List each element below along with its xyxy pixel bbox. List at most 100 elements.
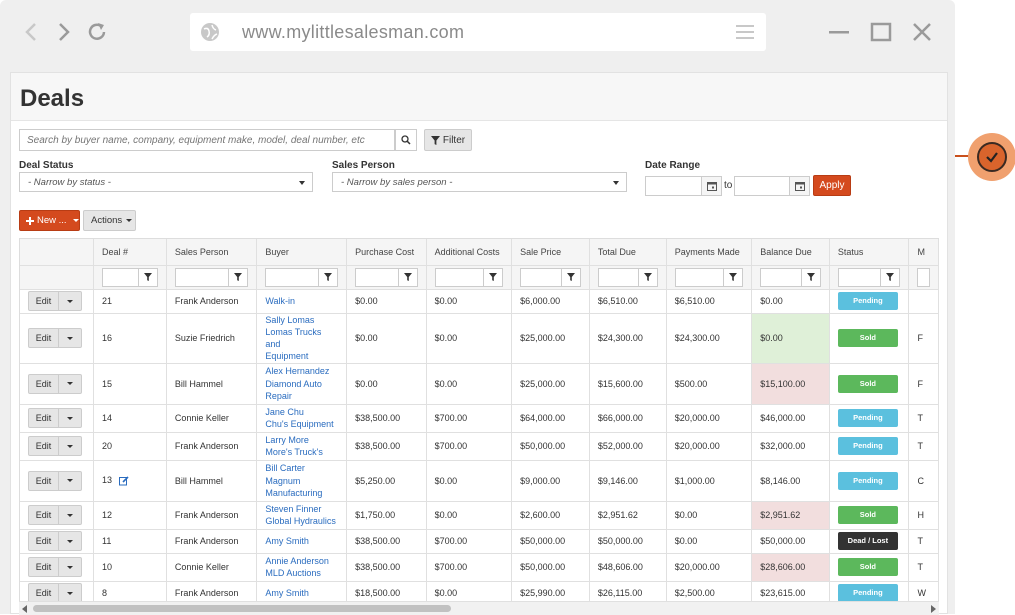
- buyer-link[interactable]: Amy Smith: [265, 587, 338, 599]
- close-icon[interactable]: [910, 20, 934, 44]
- buyer-link[interactable]: MLD Auctions: [265, 567, 338, 579]
- table-row[interactable]: Edit 15 Bill Hammel Alex Hernandez Diamond A…: [20, 363, 939, 405]
- edit-dropdown-toggle[interactable]: [59, 506, 81, 524]
- column-filter-button[interactable]: [801, 267, 821, 287]
- edit-button[interactable]: Edit: [29, 506, 59, 525]
- column-filter[interactable]: [102, 267, 158, 287]
- buyer-link[interactable]: Bill Carter: [265, 462, 338, 474]
- table-row[interactable]: Edit 10 Connie Keller Annie Anderson MLD Auc…: [20, 553, 939, 582]
- buyer-link[interactable]: Lomas Trucks and: [265, 326, 338, 351]
- column-filter[interactable]: [520, 267, 581, 287]
- column-filter[interactable]: [837, 267, 901, 287]
- column-filter-button[interactable]: [638, 267, 658, 287]
- edit-button[interactable]: Edit: [29, 409, 59, 428]
- actions-button[interactable]: Actions: [83, 210, 136, 231]
- column-filter-button[interactable]: [484, 267, 504, 287]
- search-input[interactable]: [20, 130, 394, 151]
- table-row[interactable]: Edit 16 Suzie Friedrich Sally Lomas Lomas Tr…: [20, 313, 939, 364]
- table-row[interactable]: Edit 13 Bill Hammel Bill Carter Magnum Manuf…: [20, 460, 939, 502]
- column-filter-button[interactable]: [319, 267, 339, 287]
- column-filter-input[interactable]: [520, 267, 562, 287]
- column-filter-input[interactable]: [674, 267, 725, 287]
- column-filter[interactable]: [355, 267, 418, 287]
- table-row[interactable]: Edit 11 Frank Anderson Amy Smith $38,500.00 $…: [20, 529, 939, 554]
- column-header[interactable]: Additional Costs: [426, 239, 513, 266]
- edit-button[interactable]: Edit: [29, 471, 59, 490]
- buyer-link[interactable]: Larry More: [265, 434, 338, 446]
- forward-arrow-icon[interactable]: [51, 20, 75, 44]
- edit-note-icon[interactable]: [118, 476, 129, 486]
- column-header[interactable]: Purchase Cost: [346, 239, 427, 266]
- column-filter-input[interactable]: [102, 267, 139, 287]
- column-header[interactable]: Balance Due: [751, 239, 830, 266]
- column-filter[interactable]: [434, 267, 504, 287]
- column-filter[interactable]: [597, 267, 658, 287]
- scroll-left-icon[interactable]: [22, 605, 27, 613]
- back-arrow-icon[interactable]: [20, 20, 44, 44]
- buyer-link[interactable]: Amy Smith: [265, 535, 338, 547]
- buyer-link[interactable]: Jane Chu: [265, 406, 338, 418]
- column-filter[interactable]: [917, 267, 930, 287]
- edit-dropdown-toggle[interactable]: [59, 532, 81, 550]
- buyer-link[interactable]: Sally Lomas: [265, 314, 338, 326]
- buyer-link[interactable]: Manufacturing: [265, 487, 338, 499]
- column-filter-input[interactable]: [760, 267, 802, 287]
- maximize-icon[interactable]: [869, 20, 893, 44]
- edit-button-group[interactable]: Edit: [28, 373, 82, 394]
- search-button[interactable]: [395, 129, 417, 151]
- edit-dropdown-toggle[interactable]: [59, 437, 81, 455]
- edit-button[interactable]: Edit: [29, 329, 59, 348]
- column-filter-input[interactable]: [917, 267, 930, 287]
- minimize-icon[interactable]: [827, 20, 851, 44]
- column-filter-button[interactable]: [724, 267, 744, 287]
- calendar-button[interactable]: [701, 177, 721, 195]
- edit-button-group[interactable]: Edit: [28, 291, 82, 311]
- buyer-link[interactable]: Global Hydraulics: [265, 515, 338, 527]
- column-header[interactable]: Payments Made: [666, 239, 753, 266]
- scrollbar-thumb[interactable]: [33, 605, 451, 612]
- edit-dropdown-toggle[interactable]: [59, 329, 81, 347]
- edit-dropdown-toggle[interactable]: [59, 375, 81, 393]
- edit-dropdown-toggle[interactable]: [59, 558, 81, 576]
- date-from-input[interactable]: [645, 176, 722, 196]
- edit-dropdown-toggle[interactable]: [59, 584, 81, 601]
- buyer-link[interactable]: Alex Hernandez: [265, 365, 338, 377]
- edit-dropdown-toggle[interactable]: [59, 472, 81, 490]
- buyer-link[interactable]: Steven Finner: [265, 503, 338, 515]
- table-row[interactable]: Edit 21 Frank Anderson Walk-in $0.00 $0.00 $6,…: [20, 289, 939, 314]
- column-filter[interactable]: [265, 267, 339, 287]
- edit-button[interactable]: Edit: [29, 532, 59, 551]
- edit-button[interactable]: Edit: [29, 292, 59, 310]
- buyer-link[interactable]: Repair: [265, 390, 338, 402]
- column-filter[interactable]: [760, 267, 821, 287]
- column-filter-button[interactable]: [881, 267, 901, 287]
- scroll-right-icon[interactable]: [931, 605, 936, 613]
- buyer-link[interactable]: More's Truck's: [265, 446, 338, 458]
- deal-status-select[interactable]: - Narrow by status -: [19, 172, 313, 192]
- edit-button-group[interactable]: Edit: [28, 531, 82, 552]
- table-row[interactable]: Edit 8 Frank Anderson Amy Smith $18,500.00 $0…: [20, 581, 939, 601]
- edit-button[interactable]: Edit: [29, 374, 59, 393]
- column-header[interactable]: M: [908, 239, 939, 266]
- edit-button-group[interactable]: Edit: [28, 436, 82, 457]
- reload-icon[interactable]: [85, 20, 109, 44]
- edit-button[interactable]: Edit: [29, 584, 59, 601]
- table-row[interactable]: Edit 20 Frank Anderson Larry More More's Tru…: [20, 432, 939, 461]
- edit-button-group[interactable]: Edit: [28, 470, 82, 491]
- hamburger-menu-icon[interactable]: [736, 24, 754, 40]
- buyer-link[interactable]: Magnum: [265, 475, 338, 487]
- column-filter[interactable]: [174, 267, 249, 287]
- table-row[interactable]: Edit 12 Frank Anderson Steven Finner Global …: [20, 501, 939, 530]
- column-filter-input[interactable]: [434, 267, 485, 287]
- column-header[interactable]: Status: [829, 239, 910, 266]
- buyer-link[interactable]: Equipment: [265, 350, 338, 362]
- calendar-button[interactable]: [789, 177, 809, 195]
- check-marker[interactable]: [968, 133, 1015, 181]
- column-filter-input[interactable]: [837, 267, 882, 287]
- column-header[interactable]: Buyer: [256, 239, 348, 266]
- buyer-link[interactable]: Annie Anderson: [265, 555, 338, 567]
- column-filter[interactable]: [674, 267, 744, 287]
- date-to-input[interactable]: [734, 176, 810, 196]
- column-filter-input[interactable]: [355, 267, 399, 287]
- buyer-link[interactable]: Diamond Auto: [265, 378, 338, 390]
